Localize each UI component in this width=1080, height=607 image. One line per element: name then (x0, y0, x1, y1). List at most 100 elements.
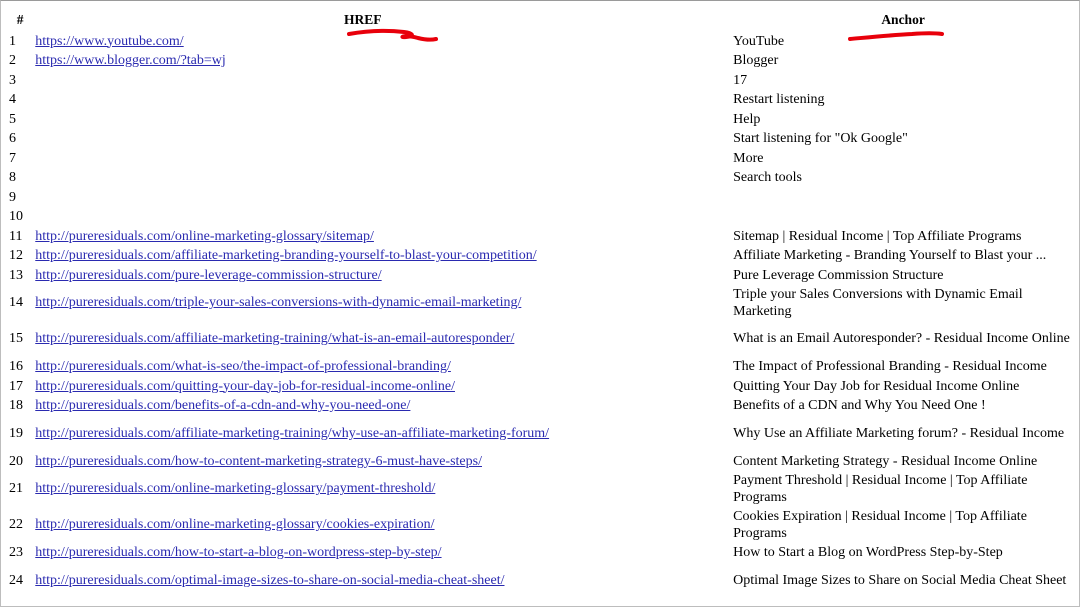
anchor-text: What is an Email Autoresponder? - Residu… (733, 331, 1070, 347)
table-row: 4 Restart listening (8, 92, 1074, 110)
href-cell (34, 170, 730, 188)
column-header-anchor: Anchor (881, 12, 925, 27)
href-link[interactable]: http://pureresiduals.com/how-to-start-a-… (35, 545, 441, 560)
anchor-text: Search tools (733, 170, 802, 185)
anchor-text: Start listening for "Ok Google" (733, 131, 908, 146)
href-cell: http://pureresiduals.com/how-to-start-a-… (34, 545, 730, 563)
anchor-text: 17 (733, 72, 748, 88)
header-row: # HREF Anchor (8, 8, 1074, 31)
table-row: 2 https://www.blogger.com/?tab=wj Blogger (8, 53, 1074, 71)
row-number: 20 (9, 453, 23, 469)
row-number: 13 (9, 267, 23, 283)
table-row: 21 http://pureresiduals.com/online-market… (8, 473, 1074, 507)
table-row: 22 http://pureresiduals.com/online-market… (8, 509, 1074, 543)
row-number: 15 (9, 331, 23, 347)
href-link[interactable]: http://pureresiduals.com/optimal-image-s… (35, 573, 504, 588)
row-number: 12 (9, 248, 23, 263)
href-cell: http://pureresiduals.com/online-marketin… (34, 228, 730, 246)
table-row: 5 Help (8, 111, 1074, 129)
href-link[interactable]: http://pureresiduals.com/what-is-seo/the… (35, 359, 451, 374)
table-row: 24 http://pureresiduals.com/optimal-image… (8, 564, 1074, 598)
anchor-text: Benefits of a CDN and Why You Need One ! (733, 398, 986, 413)
href-link[interactable]: http://pureresiduals.com/triple-your-sal… (35, 295, 521, 310)
table-row: 18 http://pureresiduals.com/benefits-of-a… (8, 398, 1074, 416)
row-number: 17 (9, 378, 23, 394)
href-cell (34, 150, 730, 168)
row-number: 9 (9, 189, 16, 205)
anchor-text: Payment Threshold | Residual Income | To… (733, 473, 1028, 505)
anchor-text: YouTube (733, 33, 785, 49)
row-number: 16 (9, 359, 23, 374)
anchor-text: Affiliate Marketing - Branding Yourself … (733, 248, 1047, 263)
table-row: 12 http://pureresiduals.com/affiliate-mar… (8, 248, 1074, 266)
table-body: 1 https://www.youtube.com/YouTube 2 https:/… (8, 33, 1074, 598)
anchor-text: Triple your Sales Conversions with Dynam… (733, 287, 1023, 319)
table-row: 19 http://pureresiduals.com/affiliate-mar… (8, 417, 1074, 451)
href-link[interactable]: https://www.blogger.com/?tab=wj (35, 53, 226, 68)
table-row: 23 http://pureresiduals.com/how-to-start-… (8, 545, 1074, 563)
page-frame: # HREF Anchor 1 https://www.youtube.com/Y… (0, 0, 1080, 607)
table-row: 13 http://pureresiduals.com/pure-leverage… (8, 267, 1074, 285)
href-link[interactable]: http://pureresiduals.com/affiliate-marke… (35, 248, 536, 263)
table-row: 11 http://pureresiduals.com/online-market… (8, 228, 1074, 246)
href-cell: https://www.youtube.com/ (34, 33, 730, 51)
column-header-number: # (16, 12, 24, 27)
href-cell: http://pureresiduals.com/affiliate-marke… (34, 323, 730, 357)
table-row: 3 17 (8, 72, 1074, 90)
anchor-text: Optimal Image Sizes to Share on Social M… (733, 572, 1067, 588)
row-number: 24 (9, 572, 23, 588)
row-number: 19 (9, 425, 23, 441)
row-number: 1 (9, 33, 16, 49)
href-cell (34, 92, 730, 110)
href-cell: http://pureresiduals.com/quitting-your-d… (34, 378, 730, 396)
row-number: 23 (9, 545, 23, 560)
table-row: 16 http://pureresiduals.com/what-is-seo/t… (8, 359, 1074, 377)
anchor-text: Sitemap | Residual Income | Top Affiliat… (733, 228, 1022, 244)
href-cell: http://pureresiduals.com/online-marketin… (34, 473, 730, 507)
href-link[interactable]: http://pureresiduals.com/benefits-of-a-c… (35, 398, 410, 413)
href-cell (34, 131, 730, 149)
href-link[interactable]: http://pureresiduals.com/quitting-your-d… (35, 379, 455, 394)
anchor-text (732, 209, 1074, 227)
href-link[interactable]: http://pureresiduals.com/affiliate-marke… (35, 331, 514, 346)
href-link[interactable]: http://pureresiduals.com/how-to-content-… (35, 454, 482, 469)
href-cell (34, 111, 730, 129)
row-number: 8 (9, 170, 16, 185)
anchor-text: Why Use an Affiliate Marketing forum? - … (733, 425, 1065, 441)
href-cell (34, 72, 730, 90)
href-link[interactable]: http://pureresiduals.com/pure-leverage-c… (35, 268, 381, 283)
anchor-text: Blogger (733, 53, 779, 68)
anchor-text: The Impact of Professional Branding - Re… (733, 359, 1047, 374)
row-number: 4 (9, 92, 16, 107)
anchor-text: Help (733, 111, 761, 127)
row-number: 14 (9, 295, 23, 311)
anchor-text: Restart listening (733, 92, 825, 107)
table-row: 6 Start listening for "Ok Google" (8, 131, 1074, 149)
anchor-text (732, 189, 1074, 207)
href-link[interactable]: https://www.youtube.com/ (35, 34, 183, 49)
href-cell: http://pureresiduals.com/affiliate-marke… (34, 417, 730, 451)
href-cell: https://www.blogger.com/?tab=wj (34, 53, 730, 71)
table-row: 8 Search tools (8, 170, 1074, 188)
href-cell: http://pureresiduals.com/pure-leverage-c… (34, 267, 730, 285)
table-row: 1 https://www.youtube.com/YouTube (8, 33, 1074, 51)
href-cell (34, 209, 730, 227)
href-cell: http://pureresiduals.com/benefits-of-a-c… (34, 398, 730, 416)
row-number: 7 (9, 150, 16, 166)
anchor-text: How to Start a Blog on WordPress Step-by… (733, 545, 1003, 560)
href-cell (34, 189, 730, 207)
table-row: 20 http://pureresiduals.com/how-to-conten… (8, 453, 1074, 471)
table-row: 14 http://pureresiduals.com/triple-your-s… (8, 287, 1074, 321)
row-number: 3 (9, 72, 16, 88)
href-link[interactable]: http://pureresiduals.com/online-marketin… (35, 481, 435, 496)
href-link[interactable]: http://pureresiduals.com/online-marketin… (35, 517, 434, 532)
href-cell: http://pureresiduals.com/what-is-seo/the… (34, 359, 730, 377)
href-link[interactable]: http://pureresiduals.com/online-marketin… (35, 229, 374, 244)
anchor-text: Quitting Your Day Job for Residual Incom… (733, 378, 1020, 394)
row-number: 18 (9, 398, 23, 413)
links-table: # HREF Anchor 1 https://www.youtube.com/Y… (6, 6, 1076, 600)
anchor-text: Content Marketing Strategy - Residual In… (733, 453, 1038, 469)
href-link[interactable]: http://pureresiduals.com/affiliate-marke… (35, 426, 549, 441)
row-number: 2 (9, 53, 16, 68)
row-number: 11 (9, 228, 23, 244)
